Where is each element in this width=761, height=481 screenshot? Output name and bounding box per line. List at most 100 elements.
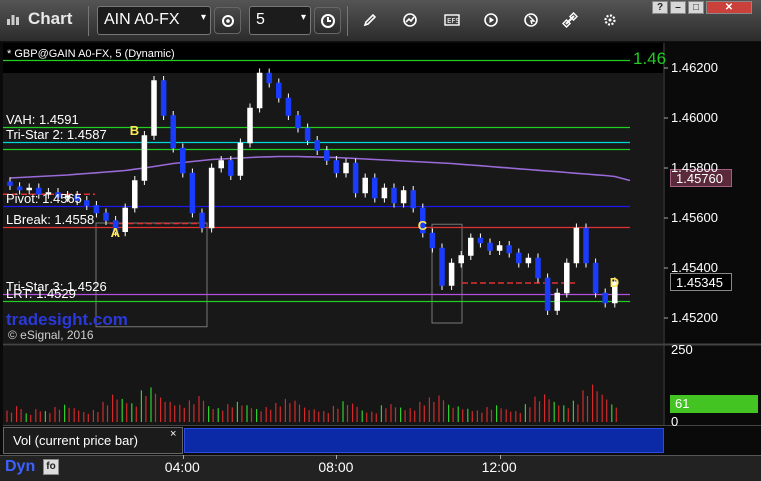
x-tick-label: 04:00	[164, 459, 200, 475]
candle	[448, 262, 455, 286]
marker-b: B	[129, 122, 140, 138]
candle	[429, 232, 436, 249]
link-icon	[562, 12, 578, 28]
y-tick-label: 1.45800	[671, 160, 718, 175]
candle	[496, 245, 503, 251]
toolbar-divider	[88, 6, 89, 36]
volume-study-label: Vol (current price bar)	[13, 433, 138, 448]
candle	[84, 200, 90, 206]
close-button[interactable]: ✕	[706, 1, 752, 14]
candle	[506, 245, 512, 254]
symbol-input[interactable]: AIN A0-FX ▾	[97, 6, 211, 35]
level-label: Tri-Star 2: 1.4587	[6, 126, 107, 142]
candle	[352, 162, 359, 194]
properties-button[interactable]	[597, 7, 624, 34]
close-icon[interactable]: ×	[170, 428, 176, 440]
candle	[16, 186, 23, 191]
clock-icon	[321, 14, 335, 28]
chart-icon	[7, 15, 19, 25]
dyn-label[interactable]: Dyn	[5, 458, 35, 476]
candle	[160, 80, 167, 116]
price-axis[interactable]	[665, 43, 761, 343]
cursor-button[interactable]	[518, 7, 545, 34]
chart-canvas[interactable]	[0, 42, 761, 455]
candle	[525, 257, 532, 264]
candle	[218, 160, 224, 169]
svg-text:EFS: EFS	[447, 17, 460, 25]
candle	[381, 187, 388, 199]
studies-icon	[403, 13, 417, 27]
candle	[180, 147, 186, 174]
symbol-value: AIN A0-FX	[104, 11, 180, 28]
candle	[189, 172, 196, 214]
x-tick-label: 08:00	[318, 459, 354, 475]
play-icon	[484, 13, 498, 27]
symbol-line: * GBP@GAIN A0-FX, 5 (Dynamic)	[7, 48, 175, 60]
candle	[544, 277, 551, 311]
candle	[343, 162, 349, 174]
chevron-down-icon: ▾	[200, 12, 206, 23]
candle	[141, 135, 148, 181]
draw-tool-button[interactable]	[357, 7, 384, 34]
candle	[247, 107, 253, 144]
candle	[170, 115, 176, 149]
formula-button[interactable]: EFS	[438, 7, 465, 34]
interval-input[interactable]: 5 ▾	[249, 6, 311, 35]
candle	[93, 205, 100, 214]
cursor-icon	[524, 13, 538, 27]
x-tick	[499, 455, 501, 459]
candle	[573, 227, 580, 264]
candle	[103, 212, 109, 221]
help-icon: ?	[656, 2, 664, 13]
y-tick-label: 1.46000	[671, 110, 718, 125]
gear-icon	[222, 15, 234, 27]
candle	[208, 167, 215, 229]
candle	[400, 190, 407, 204]
candle	[391, 187, 397, 204]
time-template-button[interactable]	[314, 7, 341, 34]
link-button[interactable]	[557, 7, 584, 34]
minimize-icon: –	[675, 2, 681, 13]
candle	[333, 160, 340, 174]
candle	[132, 180, 138, 209]
candle	[458, 255, 464, 264]
maximize-button[interactable]: □	[688, 1, 704, 14]
time-axis[interactable]	[0, 455, 761, 481]
candle	[122, 207, 128, 232]
minimize-button[interactable]: –	[670, 1, 686, 14]
volume-study-tab[interactable]: Vol (current price bar)	[3, 427, 183, 454]
candle	[487, 242, 493, 251]
interval-settings-button[interactable]	[214, 7, 241, 34]
y-tick-label: 1.45400	[671, 260, 718, 275]
candle	[295, 115, 301, 129]
interval-value: 5	[256, 11, 265, 28]
candle	[564, 262, 570, 294]
formula-icon: EFS	[444, 14, 460, 26]
candle	[314, 140, 320, 151]
candle	[516, 252, 522, 264]
candle	[256, 72, 263, 109]
x-tick	[182, 455, 184, 459]
price-pane[interactable]	[3, 43, 663, 343]
y-tick-label: 1.46200	[671, 60, 718, 75]
candle	[266, 72, 272, 84]
level-label: Tri-Star 3: 1.4526	[6, 278, 107, 294]
marker-d: D	[609, 275, 620, 291]
pencil-icon	[363, 13, 377, 27]
replay-button[interactable]	[478, 7, 505, 34]
candle	[535, 257, 541, 279]
candle	[410, 190, 416, 209]
close-icon: ✕	[724, 2, 734, 13]
candle	[237, 142, 244, 176]
candle	[199, 212, 205, 229]
tradesight-watermark: tradesight.com	[6, 310, 128, 329]
volume-tick-label: 250	[671, 342, 693, 357]
candle	[276, 82, 282, 99]
copyright-label: © eSignal, 2016	[8, 328, 94, 342]
help-button[interactable]: ?	[652, 1, 668, 14]
dyn-icon[interactable]: fo	[43, 459, 59, 475]
candle	[439, 247, 445, 286]
candle	[583, 227, 589, 264]
studies-button[interactable]	[397, 7, 424, 34]
candle	[362, 177, 368, 194]
